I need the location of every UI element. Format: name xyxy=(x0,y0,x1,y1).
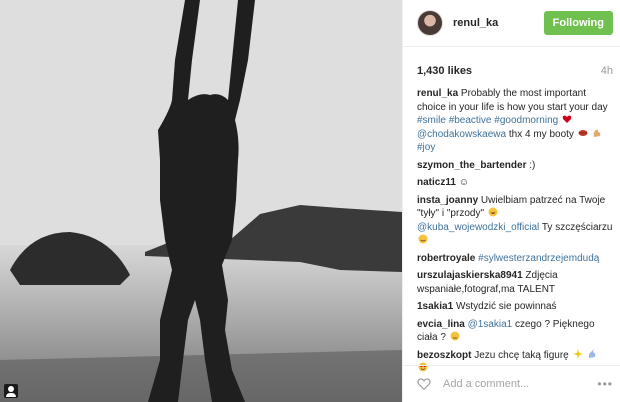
comment: evcia_lina @1sakia1 czego ? Pięknego cia… xyxy=(417,318,613,345)
caption: renul_ka Probably the most important cho… xyxy=(417,87,613,155)
lips-emoji-icon xyxy=(578,129,588,136)
comment-text: :) xyxy=(529,159,536,171)
mention-link[interactable]: @chodakowskaewa xyxy=(417,129,506,140)
comment-username[interactable]: evcia_lina xyxy=(417,319,465,330)
comment: naticz11 ☺ xyxy=(417,176,613,190)
comment-username[interactable]: naticz11 xyxy=(417,177,456,188)
comment: szymon_the_bartender :) xyxy=(417,159,613,173)
mention-link[interactable]: @kuba_wojewodzki_official xyxy=(417,222,539,233)
avatar[interactable] xyxy=(417,10,443,36)
comments-list: renul_ka Probably the most important cho… xyxy=(403,77,620,376)
post-time[interactable]: 4h xyxy=(601,65,613,77)
post-meta: 1,430 likes 4h xyxy=(403,47,620,77)
comment-text: ☺ xyxy=(458,177,469,188)
hashtag-link[interactable]: #sylwesterzandrzejemdudą xyxy=(478,253,599,264)
sparkles-emoji-icon xyxy=(572,348,583,359)
comment-username[interactable]: robertroyale xyxy=(417,253,475,264)
smiling-emoji-icon xyxy=(418,234,428,244)
likes-count[interactable]: 1,430 likes xyxy=(417,65,472,77)
hashtag-link[interactable]: #smile xyxy=(417,115,446,126)
flexed-biceps-emoji-icon xyxy=(594,129,601,137)
post: renul_ka Following 1,430 likes 4h renul_… xyxy=(0,0,620,402)
unicorn-emoji-icon xyxy=(589,348,596,358)
user-tag-icon[interactable] xyxy=(4,384,18,398)
grinning-emoji-icon xyxy=(488,207,498,217)
comment: robertroyale #sylwesterzandrzejemdudą xyxy=(417,252,613,266)
heart-icon[interactable] xyxy=(417,377,431,391)
comment-username[interactable]: szymon_the_bartender xyxy=(417,160,526,171)
comment-username[interactable]: urszulajaskierska8941 xyxy=(417,270,523,281)
post-header: renul_ka Following xyxy=(403,0,620,47)
caption-username[interactable]: renul_ka xyxy=(417,88,458,99)
photo-scene xyxy=(0,0,402,402)
add-comment-bar: ••• xyxy=(403,365,620,402)
heart-emoji-icon xyxy=(562,115,572,123)
mention-link[interactable]: @1sakia1 xyxy=(468,319,513,330)
comment-text: Wstydzić sie powinnaś xyxy=(455,301,557,312)
post-photo[interactable] xyxy=(0,0,402,402)
comment-username[interactable]: insta_joanny xyxy=(417,195,478,206)
post-sidebar: renul_ka Following 1,430 likes 4h renul_… xyxy=(402,0,620,402)
comment: urszulajaskierska8941 Zdjęcia wspaniałe,… xyxy=(417,269,613,296)
hashtag-link[interactable]: #goodmorning xyxy=(494,115,558,126)
more-options-icon[interactable]: ••• xyxy=(597,377,613,391)
header-username[interactable]: renul_ka xyxy=(453,17,544,29)
unamused-emoji-icon xyxy=(450,331,460,341)
comment-text: Jezu chcę taką figurę xyxy=(474,349,569,361)
add-comment-input[interactable] xyxy=(441,377,598,391)
comment-username[interactable]: 1sakia1 xyxy=(417,301,453,312)
comment-text-2: Ty szczęściarzu xyxy=(541,221,613,233)
comment: insta_joanny Uwielbiam patrzeć na Twoje … xyxy=(417,194,613,248)
comment: 1sakia1 Wstydzić sie powinnaś xyxy=(417,300,613,314)
hashtag-link[interactable]: #joy xyxy=(417,142,435,153)
following-button[interactable]: Following xyxy=(543,11,613,35)
comment-username[interactable]: bezoszkopt xyxy=(417,350,471,361)
caption-text-2: thx 4 my booty xyxy=(508,128,574,140)
hashtag-link[interactable]: #beactive xyxy=(449,115,492,126)
